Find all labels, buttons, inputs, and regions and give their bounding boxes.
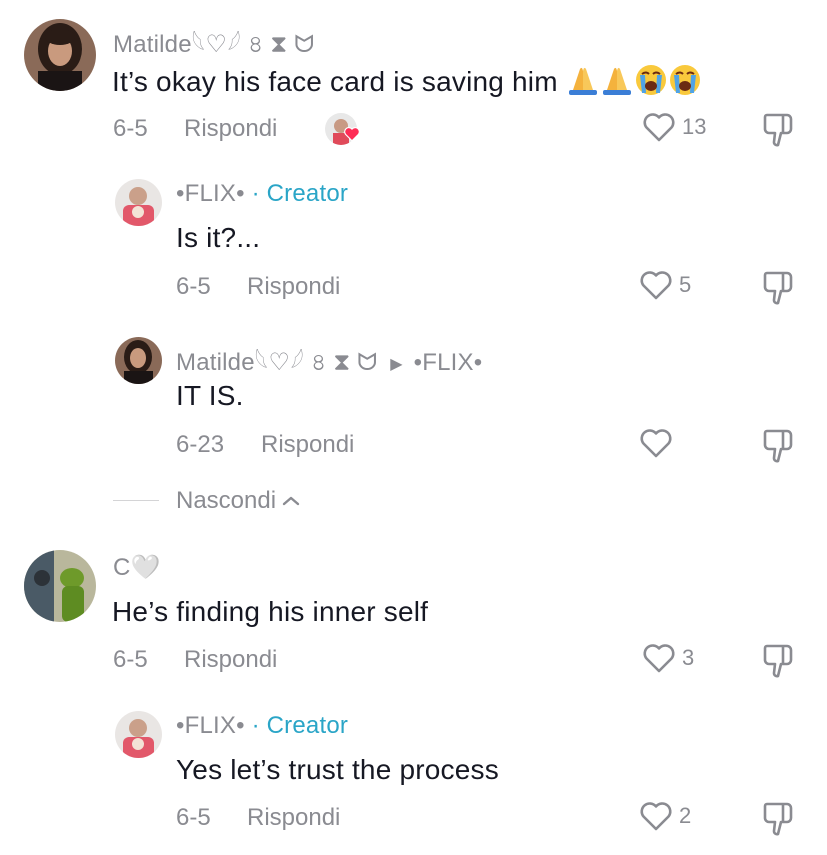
reply-button[interactable]: Rispondi [247,273,340,301]
dislike-button[interactable] [761,427,797,470]
reply-username[interactable]: •FLIX• · Creator [176,180,348,208]
crying-face-emoji-icon [668,63,702,104]
heart-badge-icon [343,125,361,143]
reply-button[interactable]: Rispondi [247,804,340,832]
pray-emoji-icon [600,63,634,104]
comment-date: 6-5 [113,115,148,142]
dislike-button[interactable] [761,111,797,154]
reply-arrow-icon: ▶ [390,355,403,373]
hide-replies-button[interactable]: Nascondi [176,487,301,515]
reply-date: 6-5 [176,273,211,300]
comment-text: He’s finding his inner self [112,596,429,627]
heart-outline-icon [643,113,675,142]
reply-text: Is it?... [176,222,261,253]
like-count: 5 [679,272,692,297]
hide-divider [113,500,159,501]
dislike-button[interactable] [761,800,797,843]
reply-date: 6-5 [176,804,211,831]
reply-username[interactable]: •FLIX• · Creator [176,712,348,740]
thumbs-down-icon [763,802,793,836]
reply-text: IT IS. [176,380,244,411]
like-count: 2 [679,803,692,828]
avatar-matilde[interactable] [24,19,96,91]
hide-replies-label: Nascondi [176,487,277,514]
comment-username[interactable]: C🤍 [113,553,161,582]
avatar-c[interactable] [24,550,96,622]
comment-text: It’s okay his face card is saving him [112,63,702,104]
heart-outline-icon [640,429,672,458]
avatar-matilde[interactable] [115,337,162,384]
reply-button[interactable]: Rispondi [184,646,277,674]
like-button[interactable]: 5 [639,269,691,301]
like-button[interactable]: 3 [642,642,694,674]
thumbs-down-icon [763,271,793,305]
like-button[interactable]: 13 [642,111,706,143]
like-button[interactable] [639,427,679,459]
heart-outline-icon [643,644,675,673]
avatar-flix[interactable] [115,179,162,226]
like-count: 13 [682,114,707,139]
reply-button[interactable]: Rispondi [261,431,354,459]
thumbs-down-icon [763,113,793,147]
crying-face-emoji-icon [634,63,668,104]
creator-badge: · Creator [251,712,349,739]
comment-username[interactable]: Matilde𓆩♡𓆪 ৪ ⧗ ᗢ [113,20,314,66]
dislike-button[interactable] [761,269,797,312]
reply-date: 6-23 [176,431,225,458]
reply-text: Yes let’s trust the process [176,754,499,785]
chevron-up-icon [282,496,300,506]
reply-username[interactable]: Matilde𓆩♡𓆪 ৪ ⧗ ᗢ ▶ •FLIX• [176,338,482,384]
reply-button[interactable]: Rispondi [184,115,277,143]
thumbs-down-icon [763,429,793,463]
heart-outline-icon [640,802,672,831]
pray-emoji-icon [566,63,600,104]
heart-outline-icon [640,271,672,300]
creator-badge: · Creator [251,180,349,207]
like-count: 3 [682,645,695,670]
thumbs-down-icon [763,644,793,678]
avatar-flix[interactable] [115,711,162,758]
like-button[interactable]: 2 [639,800,691,832]
dislike-button[interactable] [761,642,797,685]
comment-date: 6-5 [113,646,148,673]
